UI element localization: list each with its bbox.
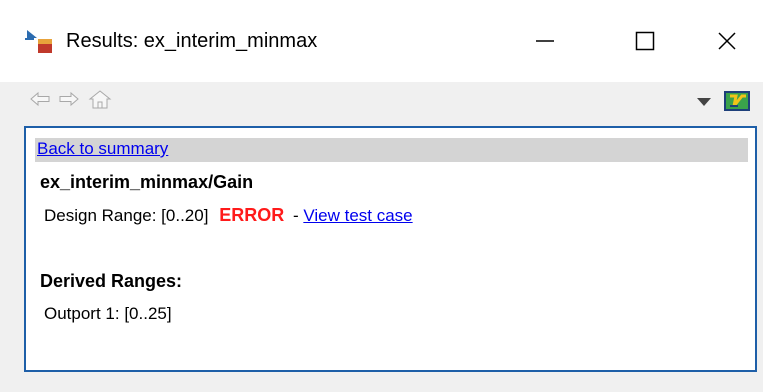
maximize-icon	[635, 31, 655, 51]
minimize-icon	[536, 40, 554, 42]
block-path-heading: ex_interim_minmax/Gain	[40, 172, 254, 192]
summary-bar: Back to summary	[35, 138, 748, 162]
error-status: ERROR	[219, 205, 285, 225]
close-icon	[717, 32, 736, 50]
back-to-summary-link[interactable]: Back to summary	[37, 139, 168, 159]
window-title: Results: ex_interim_minmax	[66, 30, 318, 52]
outport-range: Outport 1: [0..25]	[44, 304, 172, 323]
design-range-row: Design Range: [0..20] ERROR - View test …	[44, 205, 413, 226]
close-button[interactable]	[690, 0, 763, 82]
results-window: Results: ex_interim_minmax Back to summa…	[0, 0, 763, 392]
title-bar[interactable]: Results: ex_interim_minmax	[0, 0, 763, 82]
chevron-down-icon[interactable]	[696, 97, 712, 107]
results-panel: Back to summary ex_interim_minmax/Gain D…	[24, 126, 757, 372]
separator-text: -	[292, 206, 299, 225]
design-range-label: Design Range: [0..20]	[44, 206, 209, 225]
maximize-button[interactable]	[595, 0, 695, 82]
help-icon[interactable]	[724, 89, 752, 113]
toolbar	[0, 82, 763, 122]
simulink-results-icon	[25, 30, 52, 53]
minimize-button[interactable]	[495, 0, 595, 82]
view-test-case-link[interactable]: View test case	[303, 206, 412, 225]
derived-ranges-heading: Derived Ranges:	[40, 271, 183, 291]
back-arrow-icon[interactable]	[28, 88, 52, 110]
forward-arrow-icon[interactable]	[57, 88, 81, 110]
home-icon[interactable]	[88, 88, 112, 110]
